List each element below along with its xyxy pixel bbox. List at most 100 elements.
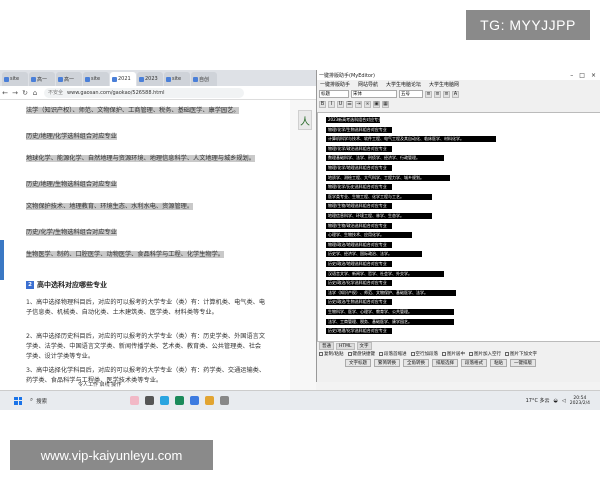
browser-tab[interactable]: 自创 (191, 72, 217, 86)
tab-favicon-icon (139, 76, 144, 82)
tab-favicon-icon (85, 76, 90, 82)
section-title: 高中选科对应哪些专业 (37, 281, 107, 289)
browser-tab[interactable]: 高一 (29, 72, 55, 86)
body-paragraph: 1、高中选择物理科目后，对应的可以报考的大学专业（类）有：计算机类、电气类、电子… (26, 299, 266, 316)
editor-text-line: 历史/政治/生物选科组合对应专业 (326, 299, 392, 306)
edge-browser-icon[interactable] (160, 396, 169, 405)
windows-taskbar: ⌕ 搜索 17°C 多云 ◒ ◁ 20:54 2023/2/4 (0, 390, 600, 410)
editor-option-checkbox[interactable]: 段落首缩进 (379, 351, 407, 357)
minimize-icon[interactable]: – (570, 72, 573, 79)
windows-start-icon[interactable] (14, 396, 22, 405)
indent-icon[interactable]: ⇥ (355, 100, 362, 108)
editor-menu-item[interactable]: 大学生电脑论坛 (386, 81, 421, 88)
editor-action-button[interactable]: 全角转换 (403, 359, 429, 367)
editor-mode-tab[interactable]: HTML (336, 342, 355, 350)
tab-label: 2023 (145, 76, 158, 82)
align-center-icon[interactable]: ≡ (434, 90, 441, 98)
editor-option-checkbox[interactable]: 复制/粘贴 (319, 351, 344, 357)
home-icon[interactable]: ⌂ (30, 89, 40, 97)
browser-tab[interactable]: site (164, 72, 190, 86)
editor-text-line: 历史/地理/化学选科组合对应专业 (326, 328, 392, 335)
image-icon[interactable]: ▣ (373, 100, 380, 108)
file-explorer-icon[interactable] (190, 396, 199, 405)
volume-icon[interactable]: ◁ (562, 398, 566, 404)
forward-icon[interactable]: → (10, 89, 20, 97)
editor-option-checkbox[interactable]: 图片加入空行 (469, 351, 501, 357)
highlighted-paragraph: 法学（知识产权）、师范、文物保护、工商管理、税务、基础医学、康学园艺。 (26, 106, 266, 116)
table-icon[interactable]: ▦ (382, 100, 389, 108)
align-right-icon[interactable]: ≡ (443, 90, 450, 98)
editor-bottom-panel: 普通 HTML 文字 复制/粘贴 键盘快捷键 段落首缩进 空行加段落 图片居中 图片加入空行 图… (317, 342, 600, 382)
underline-icon[interactable]: U (337, 100, 344, 108)
tab-favicon-icon (4, 76, 9, 82)
editor-text-line: 历史/政治/地理选科组合对应专业 (326, 261, 392, 267)
link-icon[interactable]: ∞ (364, 100, 371, 108)
reload-icon[interactable]: ↻ (20, 89, 30, 97)
editor-title: 一键排版助手(MyEditor) (319, 72, 375, 79)
editor-text-line: 2023新高考选科组合对应专业 (326, 117, 380, 123)
side-person-icon[interactable]: 人 (298, 110, 312, 130)
editor-text-line: 医学类专业、生物工程、化学工程与工艺。 (326, 193, 432, 200)
browser-tab[interactable]: 高一 (56, 72, 82, 86)
section-number: 2 (26, 281, 34, 289)
folder-icon[interactable] (205, 396, 214, 405)
not-secure-label: 不安全 (48, 90, 64, 96)
editor-action-button[interactable]: 繁简转换 (374, 359, 400, 367)
editor-action-button[interactable]: 段落格式 (461, 359, 487, 367)
weather-text[interactable]: 17°C 多云 (526, 397, 550, 404)
browser-tab[interactable]: 2021 (110, 72, 136, 86)
taskbar-clock[interactable]: 20:54 2023/2/4 (570, 396, 590, 406)
url-field[interactable]: 不安全 www.gaosan.com/gaokao/526588.html (44, 87, 244, 98)
editor-option-checkbox[interactable]: 空行加段落 (410, 351, 438, 357)
editor-menu-item[interactable]: 大学生电脑网 (429, 81, 459, 88)
checkbox-icon (442, 351, 447, 356)
url-text: www.gaosan.com/gaokao/526588.html (67, 89, 165, 96)
tab-favicon-icon (193, 76, 198, 82)
taskbar-search[interactable]: ⌕ 搜索 (30, 395, 110, 407)
editor-action-button[interactable]: 一键排版 (510, 359, 536, 367)
italic-icon[interactable]: I (328, 100, 335, 108)
bold-icon[interactable]: B (319, 100, 326, 108)
editor-option-checkbox[interactable]: 键盘快捷键 (347, 351, 375, 357)
style-select[interactable]: 标题 (319, 90, 349, 98)
align-left-icon[interactable]: ≡ (425, 90, 432, 98)
back-icon[interactable]: ← (0, 89, 10, 97)
editor-mode-tab[interactable]: 文字 (356, 342, 372, 350)
network-icon[interactable]: ◒ (554, 398, 558, 404)
editor-text-line: 汉语言文学、新闻学、哲学、社会学、外交学。 (326, 270, 444, 277)
page-side-panel (290, 100, 316, 400)
editor-text-line: 物理/生物/地理选科组合对应专业 (326, 203, 392, 210)
editor-text-line: 物理/化学/历史选科组合对应专业 (326, 184, 392, 191)
highlighted-paragraph: 历史/化学/生物选科组合对应专业 (26, 228, 266, 238)
checkbox-icon (379, 351, 384, 356)
maximize-icon[interactable]: □ (579, 72, 585, 79)
editor-toolbar-1: 标题 宋体 五号 ≡ ≡ ≡ A (317, 89, 600, 99)
font-color-icon[interactable]: A (452, 90, 459, 98)
size-select[interactable]: 五号 (399, 90, 423, 98)
tree-app-icon[interactable] (130, 396, 139, 405)
editor-menu-item[interactable]: 网站导航 (358, 81, 378, 88)
editor-option-checkbox[interactable]: 图片居中 (442, 351, 465, 357)
editor-mode-tab[interactable]: 普通 (319, 342, 334, 350)
font-select[interactable]: 宋体 (351, 90, 397, 98)
app-icon[interactable] (220, 396, 229, 405)
editor-text-line: 法学（知识产权）、师范、文物保护、基础医学、法学。 (326, 289, 456, 296)
editor-text-area[interactable]: 2023新高考选科组合对应专业 物理/化学/生物选科组合对应专业 计算机科学与技术、… (317, 112, 600, 342)
editor-toolbar-2: B I U ☰ ⇥ ∞ ▣ ▦ (317, 99, 600, 109)
editor-menu-item[interactable]: 一键排版助手 (320, 81, 350, 88)
editor-action-button[interactable]: 排版选择 (432, 359, 458, 367)
option-label: 段落首缩进 (384, 352, 407, 357)
chrome-browser-icon[interactable] (175, 396, 184, 405)
task-view-icon[interactable] (145, 396, 154, 405)
browser-tab[interactable]: site (2, 72, 28, 86)
browser-tab[interactable]: 2023 (137, 72, 163, 86)
paragraph-text: 历史/地理/化学选科组合对应专业 (26, 133, 117, 140)
browser-tab[interactable]: site (83, 72, 109, 86)
editor-action-button[interactable]: 粘贴 (490, 359, 507, 367)
editor-action-button[interactable]: 文字标题 (345, 359, 371, 367)
clock-date: 2023/2/4 (569, 400, 590, 406)
close-icon[interactable]: × (591, 72, 596, 79)
list-icon[interactable]: ☰ (346, 100, 353, 108)
taskbar-hint-text: 令人工作 启线 操作 (78, 382, 122, 388)
editor-option-checkbox[interactable]: 图片下加文字 (505, 351, 537, 357)
